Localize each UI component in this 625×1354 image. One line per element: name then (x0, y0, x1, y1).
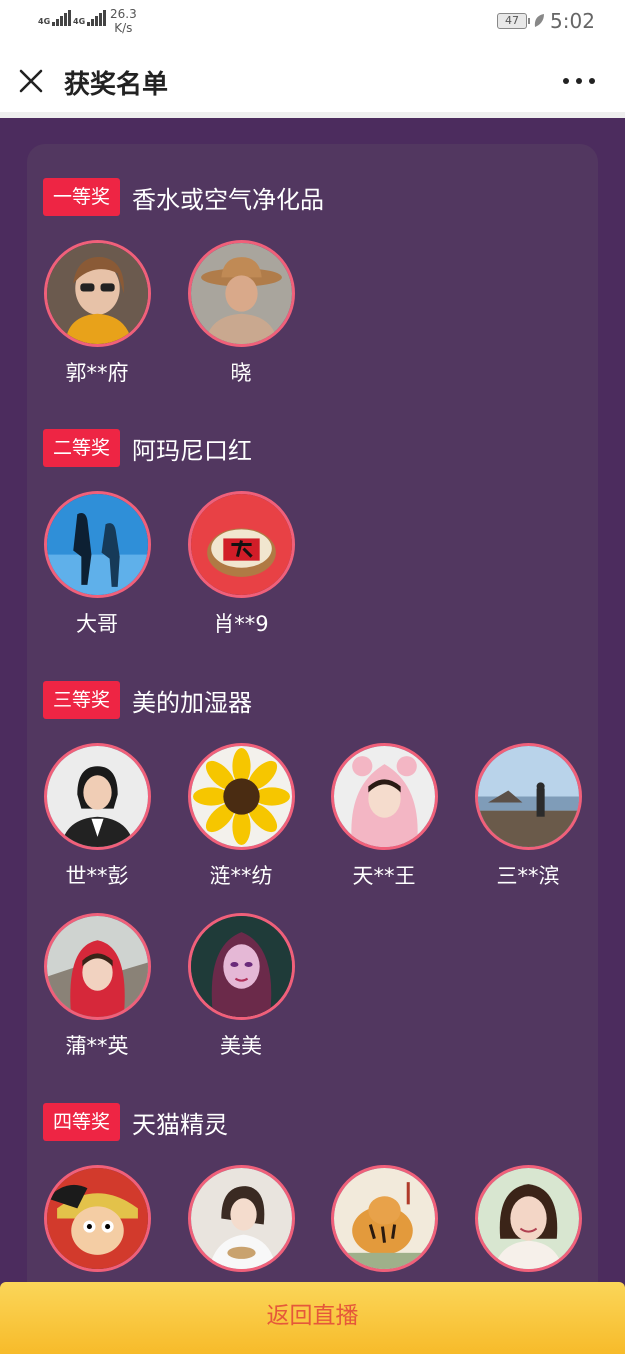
winner-item[interactable]: 天**王 (330, 743, 438, 890)
winner-name: 涟**纺 (209, 864, 273, 888)
winner-item[interactable]: 美美 (187, 913, 295, 1060)
avatar[interactable] (330, 743, 438, 850)
winner-name: 晓 (230, 361, 252, 385)
page-title: 获奖名单 (64, 70, 169, 100)
winner-name: 天**王 (352, 864, 416, 888)
signal-icon-sim1: 4G (38, 10, 72, 26)
speed-value: 26.3 (110, 7, 137, 21)
avatar[interactable] (474, 1165, 582, 1272)
woman-sunglasses-avatar-icon (46, 243, 148, 344)
winner-item[interactable]: 肖**9 (187, 491, 295, 638)
return-to-live-button[interactable]: 返回直播 (0, 1282, 625, 1354)
winner-name: 肖**9 (213, 612, 269, 636)
status-bar: 4G 4G 26.3 K/s 47 5:02 (0, 0, 625, 44)
status-time: 5:02 (550, 9, 595, 33)
avatar[interactable] (43, 240, 151, 347)
prize-name: 美的加湿器 (132, 688, 253, 717)
winner-item[interactable] (474, 1165, 582, 1282)
smiling-woman-avatar-icon (477, 1168, 579, 1269)
winner-item[interactable]: 世**彭 (43, 743, 151, 890)
tiger-painting-avatar-icon (333, 1168, 435, 1269)
avatar[interactable] (330, 1165, 438, 1272)
avatar[interactable] (43, 1165, 151, 1272)
winner-name: 世**彭 (65, 864, 129, 888)
sunflower-avatar-icon (190, 746, 292, 847)
seaside-avatar-icon (477, 746, 579, 847)
sim1-label: 4G (38, 17, 51, 26)
leaf-icon (534, 14, 544, 27)
winner-item[interactable] (187, 1165, 295, 1282)
app-header: 获奖名单 (0, 44, 625, 118)
avatar[interactable] (187, 913, 295, 1020)
battery-level: 47 (505, 14, 519, 27)
woman-suit-avatar-icon (46, 746, 148, 847)
avatar[interactable] (187, 491, 295, 598)
prize-name: 阿玛尼口红 (132, 436, 253, 465)
girl-white-avatar-icon (190, 1168, 292, 1269)
pink-hood-avatar-icon (333, 746, 435, 847)
prize-name: 香水或空气净化品 (132, 185, 325, 214)
prize-badge: 二等奖 (43, 429, 121, 467)
cartoon-pirate-avatar-icon (46, 1168, 148, 1269)
avatar[interactable] (43, 491, 151, 598)
signal-icon-sim2: 4G (73, 10, 107, 26)
sim2-label: 4G (73, 17, 86, 26)
prize-section-3: 三等奖 美的加湿器 世**彭 涟**纺 天**王 三**滨 蒲**英 美美 (43, 681, 582, 1058)
prize-name: 天猫精灵 (132, 1110, 229, 1139)
avatar[interactable] (187, 1165, 295, 1272)
winner-name: 郭**府 (65, 361, 129, 385)
prize-badge: 一等奖 (43, 178, 121, 216)
winner-item[interactable]: 晓 (187, 240, 295, 387)
prize-section-4: 四等奖 天猫精灵 (43, 1103, 582, 1272)
more-icon[interactable] (563, 78, 599, 88)
avatar[interactable] (43, 913, 151, 1020)
winner-name: 蒲**英 (65, 1034, 129, 1058)
prize-section-1: 一等奖 香水或空气净化品 郭**府 晓 (43, 178, 325, 385)
prize-badge: 三等奖 (43, 681, 121, 719)
blue-silhouettes-avatar-icon (46, 494, 148, 595)
close-icon[interactable] (18, 68, 44, 94)
cartoon-woman-avatar-icon (190, 916, 292, 1017)
winner-name: 三**滨 (496, 864, 560, 888)
great-wall-avatar-icon (46, 916, 148, 1017)
winner-name: 美美 (220, 1034, 262, 1058)
avatar[interactable] (187, 743, 295, 850)
man-straw-hat-avatar-icon (190, 243, 292, 344)
avatar[interactable] (187, 240, 295, 347)
winner-item[interactable]: 郭**府 (43, 240, 151, 387)
winner-item[interactable]: 蒲**英 (43, 913, 151, 1060)
network-speed: 26.3 K/s (110, 7, 137, 35)
winners-page: 一等奖 香水或空气净化品 郭**府 晓 二等奖 阿玛尼口红 大哥 肖**9 三等… (0, 118, 625, 1354)
winner-name: 大哥 (76, 612, 118, 636)
speed-unit: K/s (114, 21, 133, 35)
winner-item[interactable]: 涟**纺 (187, 743, 295, 890)
winners-card: 一等奖 香水或空气净化品 郭**府 晓 二等奖 阿玛尼口红 大哥 肖**9 三等… (27, 144, 598, 1344)
winner-item[interactable]: 大哥 (43, 491, 151, 638)
winner-item[interactable]: 三**滨 (474, 743, 582, 890)
red-bowl-avatar-icon (190, 494, 292, 595)
battery-icon: 47 (497, 13, 530, 29)
winner-item[interactable] (330, 1165, 438, 1282)
avatar[interactable] (43, 743, 151, 850)
prize-badge: 四等奖 (43, 1103, 121, 1141)
avatar[interactable] (474, 743, 582, 850)
prize-section-2: 二等奖 阿玛尼口红 大哥 肖**9 (43, 429, 295, 636)
winner-item[interactable] (43, 1165, 151, 1282)
